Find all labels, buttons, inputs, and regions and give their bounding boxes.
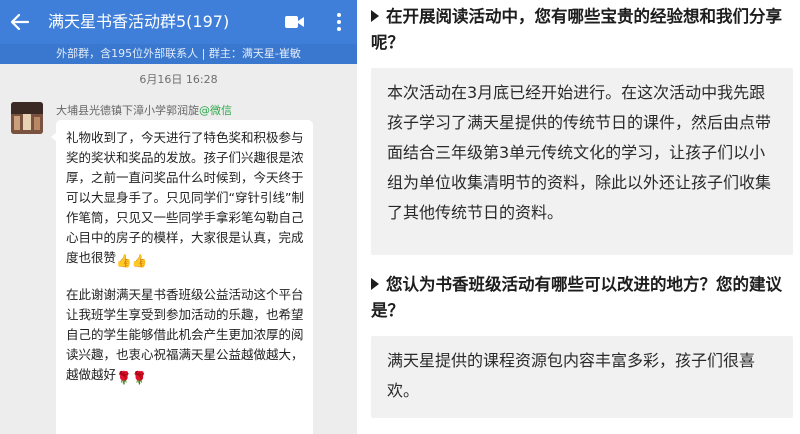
- chat-titlebar: 满天星书香活动群5(197): [0, 0, 357, 44]
- sender-name: 大埔县光德镇下漳小学郭润旋@微信: [56, 102, 232, 118]
- message-paragraph: 礼物收到了，今天进行了特色奖和积极参与奖的奖状和奖品的发放。孩子们兴趣很是浓厚，…: [66, 128, 305, 271]
- message-paragraph: 在此谢谢满天星书香班级公益活动这个平台让我班学生享受到参加活动的乐趣，也希望自己…: [66, 285, 305, 388]
- video-call-icon[interactable]: [283, 12, 307, 32]
- triangle-bullet-icon: [371, 10, 379, 22]
- answer-1-box: 本次活动在3月底已经开始进行。在这次活动中我先跟孩子学习了满天星提供的传统节日的…: [371, 68, 793, 255]
- answer-2-text: 满天星提供的课程资源包内容丰富多彩，孩子们很喜欢。: [387, 351, 756, 400]
- triangle-bullet-icon: [371, 278, 379, 290]
- question-2-text: 您认为书香班级活动有哪些可以改进的地方？您的建议是？: [371, 275, 782, 320]
- chat-window: 满天星书香活动群5(197) 外部群，含195位外部联系人 | 群主：满天星-崔…: [0, 0, 357, 434]
- sender-source: @微信: [199, 104, 232, 117]
- question-2: 您认为书香班级活动有哪些可以改进的地方？您的建议是？: [371, 272, 791, 324]
- more-menu-icon[interactable]: [327, 10, 351, 34]
- message-timestamp: 6月16日 16:28: [139, 73, 218, 86]
- question-1-text: 在开展阅读活动中，您有哪些宝贵的经验想和我们分享呢？: [371, 7, 782, 52]
- question-1: 在开展阅读活动中，您有哪些宝贵的经验想和我们分享呢？: [371, 4, 791, 56]
- group-info-bar[interactable]: 外部群，含195位外部联系人 | 群主：满天星-崔敏: [0, 44, 357, 64]
- answer-2-box: 满天星提供的课程资源包内容丰富多彩，孩子们很喜欢。: [371, 336, 793, 418]
- message-bubble[interactable]: 礼物收到了，今天进行了特色奖和积极参与奖的奖状和奖品的发放。孩子们兴趣很是浓厚，…: [56, 120, 313, 434]
- thumbs-up-icon: 👍👍: [116, 253, 148, 268]
- avatar[interactable]: [11, 102, 43, 134]
- back-arrow-icon[interactable]: [6, 8, 34, 36]
- answer-1-text: 本次活动在3月底已经开始进行。在这次活动中我先跟孩子学习了满天星提供的传统节日的…: [387, 83, 772, 222]
- message-text-2: 在此谢谢满天星书香班级公益活动这个平台让我班学生享受到参加活动的乐趣，也希望自己…: [66, 287, 304, 382]
- qa-document: 在开展阅读活动中，您有哪些宝贵的经验想和我们分享呢？ 本次活动在3月底已经开始进…: [357, 0, 800, 434]
- chat-title: 满天星书香活动群5(197): [48, 12, 230, 31]
- message-text-1: 礼物收到了，今天进行了特色奖和积极参与奖的奖状和奖品的发放。孩子们兴趣很是浓厚，…: [66, 130, 304, 265]
- rose-icon: 🌹🌹: [116, 370, 148, 385]
- sender-label: 大埔县光德镇下漳小学郭润旋: [56, 104, 199, 117]
